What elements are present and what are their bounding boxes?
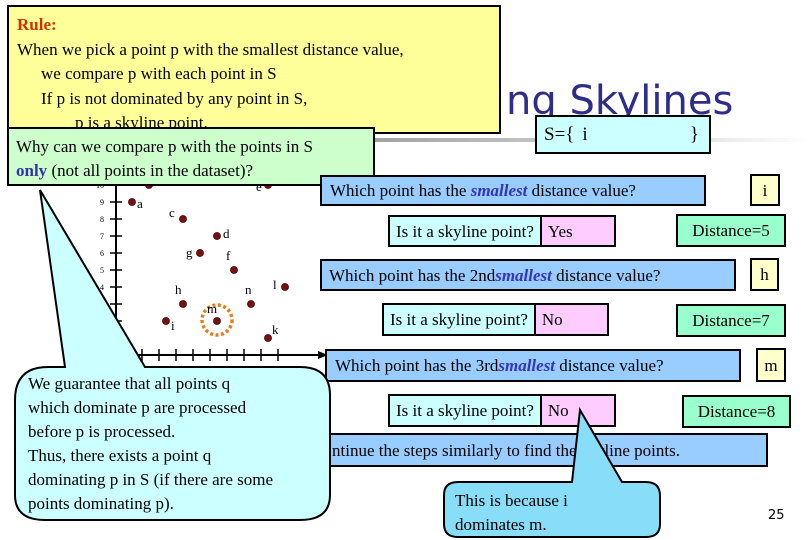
bubble-line: This is because i: [455, 491, 568, 510]
bubble-line: dominates m.: [455, 515, 547, 534]
page-number: 25: [768, 508, 785, 523]
because-bubble-shape: [443, 406, 661, 538]
because-bubble: This is because i dominates m.: [455, 489, 568, 537]
